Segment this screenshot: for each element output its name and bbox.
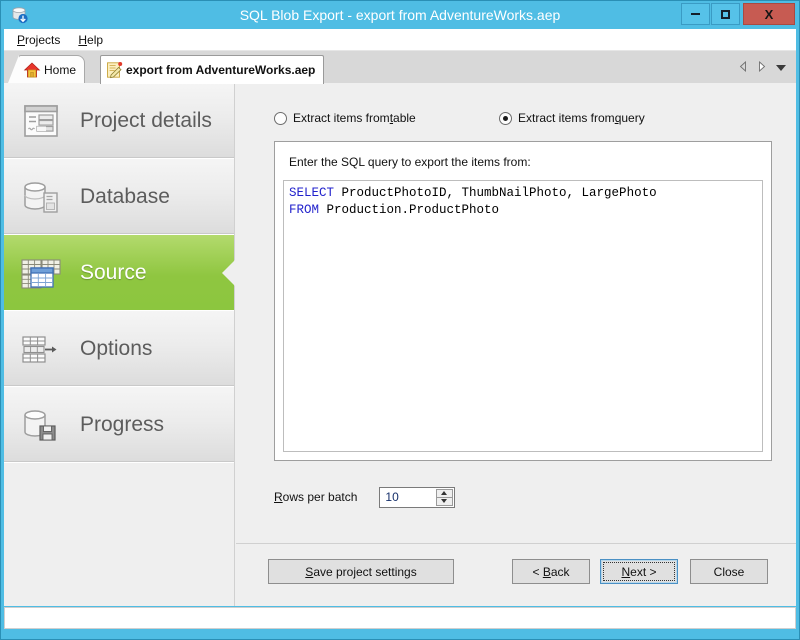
application-window: SQL Blob Export - export from AdventureW… <box>0 0 800 640</box>
sidebar-item-label: Database <box>80 184 170 208</box>
chevron-up-icon <box>441 491 448 495</box>
menu-help-mnemonic: H <box>78 32 88 47</box>
rows-per-batch-row: Rows per batch 10 <box>274 485 456 509</box>
sql-line-1-text: ProductPhotoID, ThumbNailPhoto, LargePho… <box>334 186 657 200</box>
rows-per-batch-label: Rows per batch <box>274 490 357 504</box>
save-button-label: ave project settings <box>313 564 417 579</box>
home-icon <box>23 61 41 79</box>
focus-indicator <box>603 562 675 581</box>
sidebar-item-label: Progress <box>80 412 165 436</box>
stepper-buttons <box>436 488 454 506</box>
radio-label-prefix: Extract items from <box>293 111 390 125</box>
stepper-up-button[interactable] <box>436 488 454 498</box>
table-transform-icon <box>18 326 64 372</box>
radio-label-suffix: uery <box>621 111 645 125</box>
sql-line-2-text: Production.ProductPhoto <box>319 203 500 217</box>
form-details-icon <box>18 98 64 144</box>
tab-export-label: export from AdventureWorks.aep <box>126 63 316 77</box>
content-pane: Extract items from t able Extract items f… <box>236 83 796 606</box>
chevron-down-icon <box>441 499 448 503</box>
status-bar <box>4 607 796 629</box>
sidebar-item-source[interactable]: Source <box>4 235 235 311</box>
sidebar-item-database[interactable]: Database <box>4 159 234 235</box>
radio-extract-from-table[interactable]: Extract items from t able <box>274 111 416 125</box>
back-button-label: ack <box>550 564 570 579</box>
radio-indicator-selected <box>499 111 512 125</box>
radio-indicator <box>274 111 287 125</box>
client-area: Project details Database Source Options … <box>4 83 796 606</box>
maximize-icon <box>721 9 730 19</box>
database-save-icon <box>18 402 64 448</box>
tab-export-project[interactable]: export from AdventureWorks.aep <box>100 55 325 84</box>
menu-projects[interactable]: Projects <box>8 30 69 50</box>
tab-home-label: Home <box>44 62 77 77</box>
window-title: SQL Blob Export - export from AdventureW… <box>239 7 561 23</box>
wizard-button-bar: Save project settings < Back Next > Clos… <box>236 544 796 606</box>
save-project-settings-button[interactable]: Save project settings <box>268 559 454 584</box>
database-server-icon <box>18 174 64 220</box>
tab-list-dropdown-icon[interactable] <box>776 65 786 71</box>
tab-strip: Home export from AdventureWorks.aep <box>4 51 796 84</box>
query-instruction-label: Enter the SQL query to export the items … <box>289 155 531 169</box>
stepper-down-button[interactable] <box>436 497 454 506</box>
sql-keyword-select: SELECT <box>289 186 335 200</box>
radio-label-mnemonic: q <box>614 111 622 125</box>
rows-label-rest: ows per batch <box>282 490 358 504</box>
rows-per-batch-value: 10 <box>385 490 399 504</box>
back-button-mnemonic: B <box>542 564 551 579</box>
sql-keyword-from: FROM <box>289 203 320 217</box>
document-edit-icon <box>105 61 123 79</box>
radio-label-prefix: Extract items from <box>518 111 615 125</box>
next-tab-arrow-icon[interactable] <box>757 60 767 75</box>
sidebar-item-project-details[interactable]: Project details <box>4 83 234 159</box>
tables-source-icon <box>18 250 64 296</box>
sidebar-item-label: Source <box>80 260 147 284</box>
source-settings-pane: Extract items from t able Extract items f… <box>236 83 796 544</box>
minimize-icon <box>691 13 700 15</box>
sql-query-input[interactable]: SELECT ProductPhotoID, ThumbNailPhoto, L… <box>283 180 763 452</box>
next-button[interactable]: Next > <box>600 559 678 584</box>
sidebar-item-label: Project details <box>80 108 212 132</box>
back-button[interactable]: < Back <box>512 559 590 584</box>
back-button-prefix: < <box>532 564 543 579</box>
query-group-box: Enter the SQL query to export the items … <box>274 141 772 461</box>
menu-help[interactable]: Help <box>69 30 112 50</box>
close-icon: X <box>764 6 774 22</box>
menu-projects-mnemonic: P <box>17 32 26 47</box>
sidebar-item-label: Options <box>80 336 153 360</box>
tab-home[interactable]: Home <box>7 55 86 83</box>
radio-extract-from-query[interactable]: Extract items from q uery <box>499 111 645 125</box>
menu-help-label: elp <box>87 32 104 47</box>
tab-navigation <box>730 55 794 81</box>
prev-tab-arrow-icon[interactable] <box>738 60 748 75</box>
minimize-button[interactable] <box>681 3 710 25</box>
menu-projects-label: rojects <box>25 32 61 47</box>
maximize-button[interactable] <box>711 3 740 25</box>
close-window-button[interactable]: X <box>743 3 795 25</box>
title-bar: SQL Blob Export - export from AdventureW… <box>1 1 799 29</box>
sidebar-item-progress[interactable]: Progress <box>4 387 234 463</box>
wizard-sidebar: Project details Database Source Options … <box>4 83 235 606</box>
extract-mode-group: Extract items from t able Extract items f… <box>274 111 786 131</box>
sidebar-item-options[interactable]: Options <box>4 311 234 387</box>
close-button[interactable]: Close <box>690 559 768 584</box>
rows-label-mnemonic: R <box>274 490 283 504</box>
close-button-label: Close <box>713 564 745 579</box>
radio-label-suffix: able <box>393 111 416 125</box>
menu-bar: Projects Help <box>4 29 796 51</box>
rows-per-batch-stepper[interactable]: 10 <box>379 486 456 508</box>
